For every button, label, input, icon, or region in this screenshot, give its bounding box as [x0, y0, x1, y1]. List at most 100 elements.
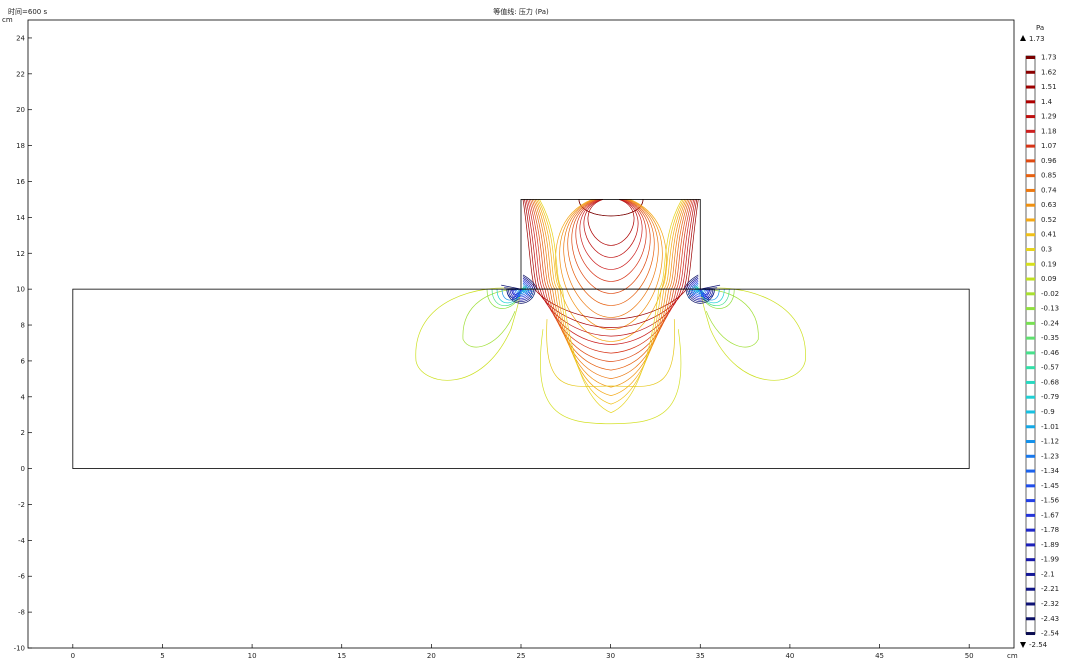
colorbar-label: 1.07 [1041, 142, 1057, 150]
x-tick-label: 40 [785, 652, 794, 660]
colorbar-swatch [1026, 129, 1035, 133]
colorbar-label: 1.51 [1041, 83, 1057, 91]
colorbar-swatch [1026, 440, 1035, 444]
colorbar-swatch [1026, 159, 1035, 163]
x-tick-label: 45 [875, 652, 884, 660]
y-tick-label: 16 [16, 178, 25, 186]
colorbar-label: 0.96 [1041, 157, 1057, 165]
colorbar-label: -0.46 [1041, 349, 1060, 357]
colorbar-label: 1.73 [1041, 54, 1057, 62]
x-tick-label: 10 [248, 652, 257, 660]
y-tick-label: 24 [16, 34, 25, 42]
contour-line [559, 199, 663, 330]
colorbar-label: -1.99 [1041, 556, 1059, 564]
colorbar-label: -0.57 [1041, 364, 1059, 372]
colorbar-label: 0.3 [1041, 246, 1052, 254]
colorbar-swatch [1026, 425, 1035, 429]
x-tick-label: 5 [160, 652, 164, 660]
min-triangle-icon [1020, 642, 1026, 648]
colorbar-swatch [1026, 115, 1035, 119]
max-triangle-icon [1020, 35, 1026, 41]
colorbar-swatch [1026, 233, 1035, 237]
y-tick-label: 20 [16, 106, 25, 114]
x-tick-label: 50 [965, 652, 974, 660]
colorbar-frame [1025, 55, 1036, 635]
y-tick-label: 12 [16, 250, 25, 258]
colorbar: 1.73 1.62 1.51 1.4 1.29 1.18 1.07 0.96 0.85 0.74 0… [1020, 24, 1060, 649]
colorbar-swatch [1026, 218, 1035, 222]
colorbar-swatch [1026, 380, 1035, 384]
colorbar-swatch [1026, 262, 1035, 266]
y-tick-label: 6 [21, 357, 26, 365]
plot-title: 等值线: 压力 (Pa) [493, 7, 549, 16]
colorbar-label: -1.67 [1041, 511, 1059, 519]
y-tick-label: 18 [16, 142, 25, 150]
x-tick-label: 0 [71, 652, 75, 660]
contour-line [699, 287, 806, 381]
colorbar-swatch [1026, 307, 1035, 311]
contour-line [528, 199, 612, 354]
colorbar-swatch [1026, 410, 1035, 414]
lower-domain-outline [72, 288, 970, 469]
colorbar-label: -2.21 [1041, 585, 1059, 593]
contour-line [610, 199, 695, 345]
colorbar-label: -0.02 [1041, 290, 1059, 298]
colorbar-label: 0.41 [1041, 231, 1057, 239]
time-label: 时间=600 s [8, 7, 47, 16]
colorbar-label: -0.13 [1041, 305, 1059, 313]
y-tick-label: -8 [18, 609, 25, 617]
colorbar-label: -1.45 [1041, 482, 1059, 490]
y-tick-label: 22 [16, 70, 25, 78]
colorbar-swatch [1026, 484, 1035, 488]
y-tick-label: 8 [21, 322, 25, 330]
colorbar-label: -1.78 [1041, 526, 1059, 534]
colorbar-swatch [1026, 632, 1035, 636]
colorbar-label: 0.74 [1041, 186, 1057, 194]
geometry-outline [72, 199, 970, 469]
contour-line [583, 199, 639, 258]
colorbar-label: -1.89 [1041, 541, 1059, 549]
colorbar-label: 1.62 [1041, 68, 1057, 76]
colorbar-swatch [1026, 321, 1035, 325]
contour-lines [415, 199, 806, 425]
contour-line [536, 199, 612, 396]
colorbar-unit: Pa [1036, 24, 1044, 32]
contour-line [563, 199, 659, 318]
contour-line [522, 199, 612, 320]
y-tick-label: -6 [18, 573, 26, 581]
colorbar-label: -2.43 [1041, 615, 1059, 623]
colorbar-label: 0.19 [1041, 260, 1057, 268]
y-tick-label: -4 [18, 537, 26, 545]
x-tick-label: 30 [606, 652, 615, 660]
upper-domain-outline [520, 199, 701, 290]
colorbar-label: 0.09 [1041, 275, 1057, 283]
colorbar-swatch [1026, 395, 1035, 399]
y-tick-label: 0 [21, 465, 25, 473]
axis-ticks: 0 5 10 15 20 25 30 35 40 45 50-10-8-6-4-2024681012… [14, 34, 974, 660]
colorbar-label: 0.63 [1041, 201, 1057, 209]
colorbar-label: -0.24 [1041, 319, 1060, 327]
plot-frame [27, 19, 1015, 649]
colorbar-swatch [1026, 528, 1035, 532]
colorbar-swatch [1026, 144, 1035, 148]
colorbar-label: -0.68 [1041, 378, 1059, 386]
contour-line [527, 199, 612, 345]
colorbar-swatch [1026, 602, 1035, 606]
x-tick-label: 35 [696, 652, 705, 660]
colorbar-swatch [1026, 174, 1035, 178]
x-tick-label: 15 [337, 652, 346, 660]
colorbar-swatch [1026, 70, 1035, 74]
colorbar-swatch [1026, 543, 1035, 547]
colorbar-label: 1.4 [1041, 98, 1053, 106]
contour-line [587, 199, 635, 246]
colorbar-label: -1.56 [1041, 497, 1060, 505]
y-tick-label: -2 [18, 501, 25, 509]
colorbar-swatch [1026, 248, 1035, 252]
colorbar-swatch [1026, 572, 1035, 576]
colorbar-label: -2.32 [1041, 600, 1059, 608]
colorbar-swatch [1026, 469, 1035, 473]
x-axis-unit: cm [1007, 652, 1018, 660]
contour-line [579, 199, 643, 270]
colorbar-label: -0.79 [1041, 393, 1059, 401]
colorbar-swatch [1026, 203, 1035, 207]
